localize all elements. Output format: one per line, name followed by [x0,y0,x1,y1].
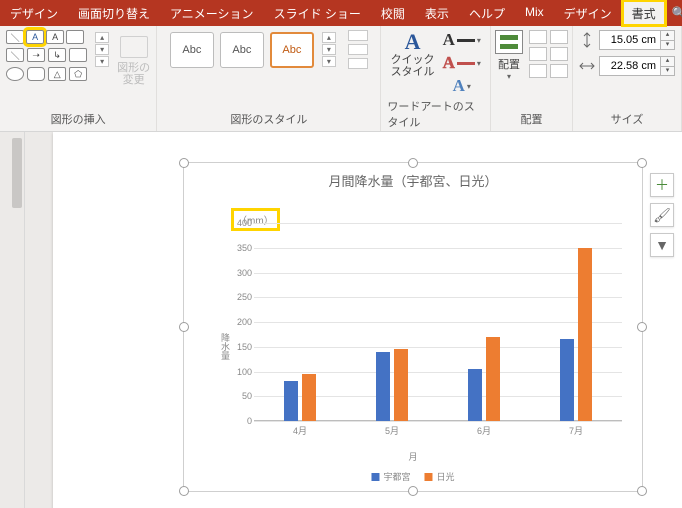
width-down[interactable]: ▾ [660,66,674,75]
handle-br[interactable] [637,486,647,496]
style-2[interactable]: Abc [220,32,264,68]
shapes-more[interactable]: ▾ [95,56,109,67]
height-icon [579,32,595,48]
tab-view[interactable]: 表示 [415,0,459,26]
shape-connector[interactable]: ↳ [48,48,66,62]
style-1[interactable]: Abc [170,32,214,68]
shape-rect2[interactable] [69,48,87,62]
chart-elements-button[interactable]: ＋ [650,173,674,197]
styles-down[interactable]: ▾ [322,44,336,55]
send-backward[interactable] [550,30,568,44]
thumb-scrollbar[interactable] [12,138,22,208]
selection-pane[interactable] [550,64,568,78]
rotate-menu[interactable] [529,64,547,78]
tab-design2[interactable]: デザイン [554,0,622,26]
quickstyle-icon: A [391,30,435,54]
text-fill[interactable]: A▾ [443,30,481,50]
search-icon: 🔍 [672,6,682,20]
legend: 宇都宮 日光 [371,470,454,483]
shape-vtext[interactable]: A [46,30,64,44]
height-down[interactable]: ▾ [660,40,674,49]
tab-review[interactable]: 校閲 [371,0,415,26]
group-arrange: 配置 ▾ 配置 [491,26,573,131]
handle-bl[interactable] [179,486,189,496]
editor-canvas: 月間降水量（宇都宮、日光） （mm） 降水量 05010015020025030… [0,132,682,508]
tab-slideshow[interactable]: スライド ショー [264,0,371,26]
arrange-icon[interactable] [495,30,523,54]
handle-bc[interactable] [408,486,418,496]
shapes-scroll-up[interactable]: ▴ [95,32,109,43]
group-menu[interactable] [550,47,568,61]
tab-help[interactable]: ヘルプ [459,0,515,26]
chart-filters-button[interactable]: ▼ [650,233,674,257]
handle-tc[interactable] [408,158,418,168]
shape-rrect[interactable] [27,67,45,81]
shape-effects[interactable] [348,58,368,69]
height-input[interactable]: ▴▾ [599,30,675,50]
plot-area: 050100150200250300350400 4月5月6月7月 [254,223,622,421]
tab-design[interactable]: デザイン [0,0,68,26]
tab-format[interactable]: 書式 [622,0,666,26]
shape-line2[interactable]: ＼ [6,48,24,62]
thumbnail-pane[interactable] [0,132,25,508]
tab-mix[interactable]: Mix [515,0,554,26]
legend-2: 日光 [437,470,455,483]
shape-arrow[interactable]: ➝ [27,48,45,62]
shape-oval[interactable] [6,67,24,81]
styles-up[interactable]: ▴ [322,32,336,43]
shape-line[interactable]: ＼ [6,30,24,44]
chart-object[interactable]: 月間降水量（宇都宮、日光） （mm） 降水量 05010015020025030… [183,162,643,492]
tell-me[interactable]: 🔍 操作ア [666,0,682,26]
handle-mr[interactable] [637,322,647,332]
shape-rect[interactable] [66,30,84,44]
height-up[interactable]: ▴ [660,31,674,40]
width-input[interactable]: ▴▾ [599,56,675,76]
bring-forward[interactable] [529,30,547,44]
shape-outline[interactable] [348,44,368,55]
width-up[interactable]: ▴ [660,57,674,66]
tab-transitions[interactable]: 画面切り替え [68,0,160,26]
ribbon: ＼ A A ＼ ➝ ↳ △ ⬠ ▴ ▾ ▾ [0,26,682,132]
chart-styles-button[interactable]: 🖌 [650,203,674,227]
shape-triangle[interactable]: △ [48,67,66,81]
shape-pentagon[interactable]: ⬠ [69,67,87,81]
chart-title[interactable]: 月間降水量（宇都宮、日光） [184,171,642,190]
handle-tr[interactable] [637,158,647,168]
legend-1: 宇都宮 [383,470,410,483]
workspace[interactable]: 月間降水量（宇都宮、日光） （mm） 降水量 05010015020025030… [25,132,682,508]
tab-bar: デザイン 画面切り替え アニメーション スライド ショー 校閲 表示 ヘルプ M… [0,0,682,26]
handle-tl[interactable] [179,158,189,168]
quick-style-button[interactable]: A クイック スタイル [391,30,435,78]
text-outline[interactable]: A▾ [443,53,481,73]
x-axis-label: 月 [408,450,417,463]
slide[interactable]: 月間降水量（宇都宮、日光） （mm） 降水量 05010015020025030… [53,132,682,508]
tab-animations[interactable]: アニメーション [160,0,264,26]
text-effects[interactable]: A▾ [453,76,471,96]
change-shape-button: 図形の 変更 [117,30,150,86]
change-shape-icon [120,36,148,58]
group-wordart: A クイック スタイル A▾ A▾ A▾ ワードアートのスタイル [381,26,491,131]
shape-textbox[interactable]: A [26,30,44,44]
width-icon [579,58,595,74]
style-3[interactable]: Abc [270,32,314,68]
styles-more[interactable]: ▾ [322,56,336,67]
shape-fill[interactable] [348,30,368,41]
handle-ml[interactable] [179,322,189,332]
group-size: ▴▾ ▴▾ サイズ [573,26,682,131]
group-insert-shapes: ＼ A A ＼ ➝ ↳ △ ⬠ ▴ ▾ ▾ [0,26,157,131]
group-shape-styles: Abc Abc Abc ▴ ▾ ▾ 図形のスタイル [157,26,381,131]
shapes-scroll-down[interactable]: ▾ [95,44,109,55]
align-menu[interactable] [529,47,547,61]
